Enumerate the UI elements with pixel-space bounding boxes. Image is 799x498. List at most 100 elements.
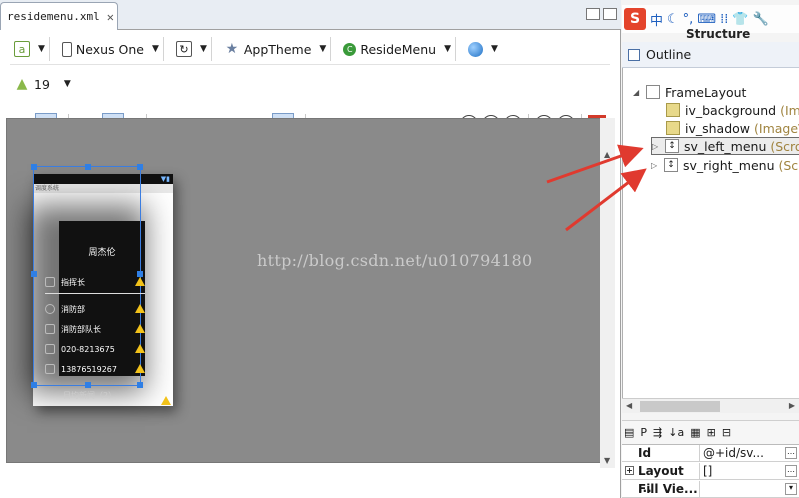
activity-label: ResideMenu — [360, 41, 437, 57]
collapse-icon[interactable]: ⊟ — [722, 426, 731, 439]
api-toolbar: ▲ 19 ▼ — [10, 73, 79, 95]
resize-handle[interactable] — [85, 382, 91, 388]
menu-row[interactable]: 消防部 — [45, 300, 145, 318]
theme-dropdown[interactable]: ★ AppTheme ▼ — [220, 37, 332, 61]
properties-table: Id @+id/sv... … + Layout ... [] … Fill Vi… — [622, 444, 799, 498]
resize-handle[interactable] — [31, 271, 37, 277]
wrench-icon[interactable]: 🔧 — [753, 12, 769, 27]
api-level-dropdown[interactable]: ▲ 19 ▼ — [10, 72, 75, 96]
device-toolbar: a ▼ Nexus One ▼ ↻ ▼ ★ AppTheme ▼ C Resid… — [10, 36, 506, 62]
locale-dropdown[interactable]: ▼ — [464, 37, 502, 61]
resize-handle[interactable] — [137, 382, 143, 388]
scroll-left-icon[interactable]: ◀ — [626, 401, 632, 410]
globe-icon — [468, 41, 483, 57]
property-key: Fill Vie... — [622, 480, 700, 498]
collapse-all-icon[interactable]: ▦ — [690, 426, 700, 439]
scroll-up-icon[interactable]: ▲ — [604, 150, 610, 159]
scroll-thumb[interactable] — [640, 401, 720, 412]
outline-icon — [628, 48, 640, 61]
expand-icon[interactable]: ⊞ — [707, 426, 716, 439]
menu-row-icon — [45, 344, 55, 354]
design-canvas[interactable]: http://blog.csdn.net/u010794180 ▼▮ 调度系统 … — [6, 118, 607, 463]
tree-node-framelayout[interactable]: ◢ FrameLayout — [633, 83, 746, 101]
sogou-logo[interactable]: S — [624, 8, 646, 30]
device-label: Nexus One — [75, 41, 145, 57]
bottom-text: 日均新闻（2） — [63, 391, 117, 400]
device-dropdown[interactable]: Nexus One ▼ — [58, 37, 164, 61]
minimize-icon[interactable] — [586, 8, 600, 20]
warning-icon — [161, 396, 171, 405]
shirt-icon[interactable]: 👕 — [732, 12, 748, 27]
properties-view-icon[interactable]: ▤ — [624, 426, 634, 439]
node-name: iv_background — [685, 102, 777, 118]
menu-row[interactable]: 020-8213675 — [45, 340, 145, 358]
outline-header: Outline — [622, 42, 799, 68]
filter-icon[interactable]: ⇶ — [653, 426, 662, 439]
tree-node-iv-shadow[interactable]: iv_shadow (ImageV — [653, 119, 799, 137]
resize-handle[interactable] — [137, 164, 143, 170]
tree-node-sv-right-menu[interactable]: ▷ ↕ sv_right_menu (Scro — [651, 156, 799, 174]
imageview-icon — [666, 103, 680, 117]
expand-icon[interactable]: + — [625, 465, 634, 475]
scroll-right-icon[interactable]: ▶ — [789, 401, 795, 410]
property-value[interactable]: [] — [700, 464, 785, 478]
orientation-dropdown[interactable]: ↻ ▼ — [172, 37, 212, 61]
chevron-down-icon: ▼ — [38, 44, 45, 54]
canvas-vertical-scrollbar[interactable]: ▲ ▼ — [600, 118, 615, 468]
menu-row-icon — [45, 277, 55, 287]
star-icon: ★ — [225, 41, 239, 57]
expand-triangle-icon[interactable]: ◢ — [633, 88, 643, 97]
collapse-triangle-icon[interactable]: ▷ — [652, 142, 662, 151]
tab-residemenu-xml[interactable]: residemenu.xml ✕ — [0, 2, 118, 30]
property-key: Id — [622, 444, 700, 462]
moon-icon[interactable]: ☾ — [667, 12, 679, 27]
node-type: (Scro — [778, 157, 799, 173]
node-name: sv_left_menu — [684, 138, 767, 154]
chevron-down-icon: ▼ — [491, 44, 498, 54]
menu-row[interactable]: 13876519267 — [45, 360, 145, 378]
rotate-icon: ↻ — [175, 41, 192, 57]
activity-dropdown[interactable]: C ResideMenu ▼ — [339, 37, 456, 61]
layout-config-dropdown[interactable]: a ▼ — [10, 37, 50, 61]
close-icon[interactable]: ✕ — [107, 10, 114, 24]
browse-button[interactable]: … — [785, 465, 797, 477]
node-name: iv_shadow — [685, 120, 751, 136]
resize-handle[interactable] — [85, 164, 91, 170]
tree-node-sv-left-menu[interactable]: ▷ ↕ sv_left_menu (Scrol — [651, 137, 799, 155]
collapse-triangle-icon[interactable]: ▷ — [651, 161, 661, 170]
punctuation-icon[interactable]: °, — [683, 12, 694, 27]
properties-toolbar: ▤ P ⇶ ↓a ▦ ⊞ ⊟ — [622, 420, 799, 444]
menu-row[interactable]: 指挥长 — [45, 273, 145, 291]
browse-button[interactable]: … — [785, 447, 797, 459]
outline-title: Outline — [646, 47, 692, 62]
grid-icon[interactable]: ⁞⁞ — [720, 12, 728, 27]
watermark: http://blog.csdn.net/u010794180 — [257, 251, 533, 270]
property-key-container: + Layout ... — [622, 462, 700, 495]
outline-horizontal-scrollbar[interactable]: ◀ ▶ — [622, 398, 799, 413]
android-icon: ▲ — [16, 76, 28, 92]
scroll-down-icon[interactable]: ▼ — [604, 456, 610, 465]
property-row-layout[interactable]: + Layout ... [] … — [622, 462, 799, 495]
maximize-icon[interactable] — [603, 8, 617, 20]
resize-handle[interactable] — [31, 164, 37, 170]
resize-handle[interactable] — [31, 382, 37, 388]
keyboard-icon[interactable]: ⌨ — [697, 12, 716, 27]
editor-tab-bar: residemenu.xml ✕ — [0, 0, 621, 30]
scrollview-icon: ↕ — [664, 158, 678, 172]
device-preview[interactable]: ▼▮ 调度系统 周杰伦 指挥长 消防部 消防部队长 020-8213675 13… — [31, 164, 173, 406]
chinese-mode-label[interactable]: 中 — [650, 10, 663, 29]
node-type: (Im — [780, 102, 799, 118]
node-type: (Scrol — [770, 138, 799, 154]
phone-icon — [61, 41, 72, 57]
warning-icon — [135, 364, 145, 373]
properties-p-label[interactable]: P — [640, 426, 647, 439]
sort-az-icon[interactable]: ↓a — [668, 426, 684, 439]
property-row-fill-viewport[interactable]: Fill Vie... ▾ — [622, 480, 799, 498]
property-value[interactable]: @+id/sv... — [700, 446, 785, 460]
menu-row[interactable]: 消防部队长 — [45, 320, 145, 338]
tree-node-iv-background[interactable]: iv_background (Im — [653, 101, 799, 119]
chevron-down-icon: ▼ — [63, 79, 71, 89]
dropdown-button[interactable]: ▾ — [785, 483, 797, 495]
property-row-id[interactable]: Id @+id/sv... … — [622, 444, 799, 462]
signal-icon: ▼▮ — [160, 175, 170, 183]
